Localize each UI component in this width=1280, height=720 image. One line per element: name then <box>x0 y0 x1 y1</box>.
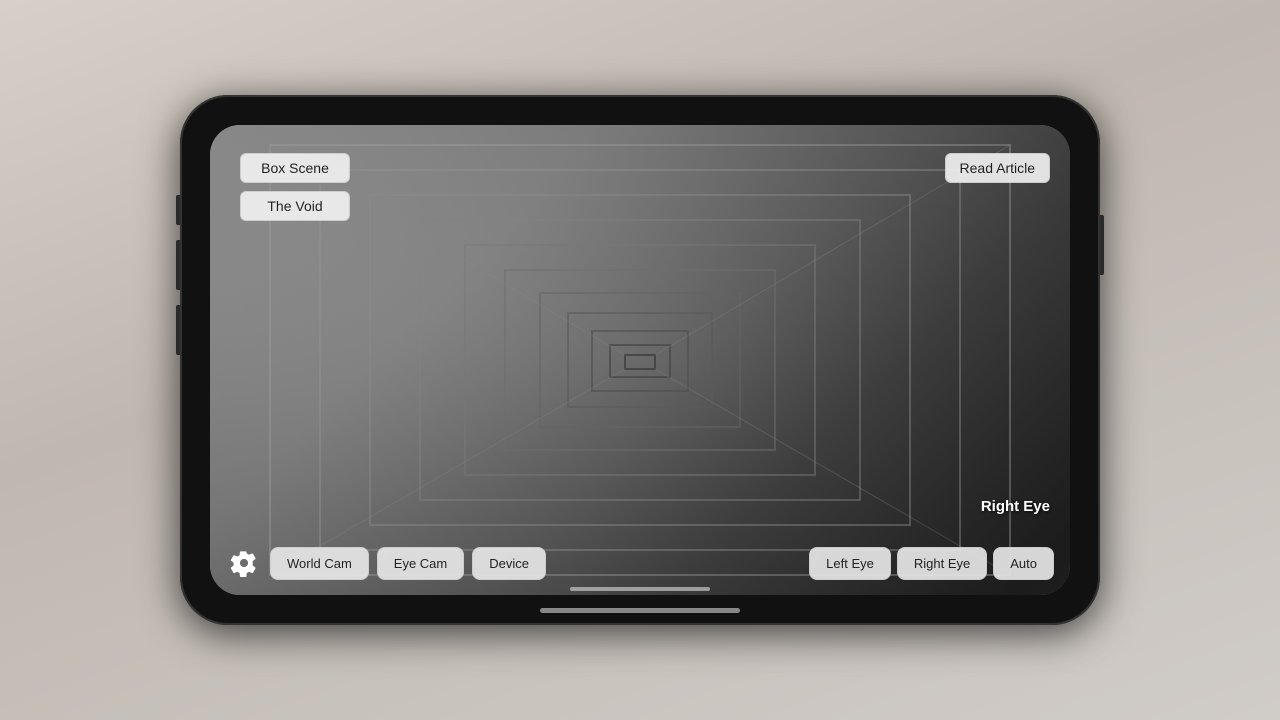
toolbar-right: Left Eye Right Eye Auto <box>809 547 1054 580</box>
bottom-toolbar: World Cam Eye Cam Device Left Eye Right … <box>210 545 1070 581</box>
eye-cam-button[interactable]: Eye Cam <box>377 547 464 580</box>
world-cam-button[interactable]: World Cam <box>270 547 369 580</box>
right-eye-button[interactable]: Right Eye <box>897 547 987 580</box>
gear-icon <box>230 549 258 577</box>
mute-button <box>176 195 180 225</box>
auto-button[interactable]: Auto <box>993 547 1054 580</box>
phone-device: Box Scene The Void Read Article Right Ey… <box>180 95 1100 625</box>
volume-up-button <box>176 240 180 290</box>
volume-down-button <box>176 305 180 355</box>
phone-screen: Box Scene The Void Read Article Right Ey… <box>210 125 1070 595</box>
the-void-button[interactable]: The Void <box>240 191 350 221</box>
device-button[interactable]: Device <box>472 547 546 580</box>
settings-button[interactable] <box>226 545 262 581</box>
box-scene-button[interactable]: Box Scene <box>240 153 350 183</box>
right-eye-label: Right Eye <box>981 498 1050 515</box>
scene-buttons-container: Box Scene The Void <box>240 153 350 221</box>
read-article-button[interactable]: Read Article <box>945 153 1050 183</box>
left-eye-button[interactable]: Left Eye <box>809 547 891 580</box>
screen-home-bar <box>570 587 710 591</box>
toolbar-left: World Cam Eye Cam Device <box>226 545 546 581</box>
power-button <box>1100 215 1104 275</box>
